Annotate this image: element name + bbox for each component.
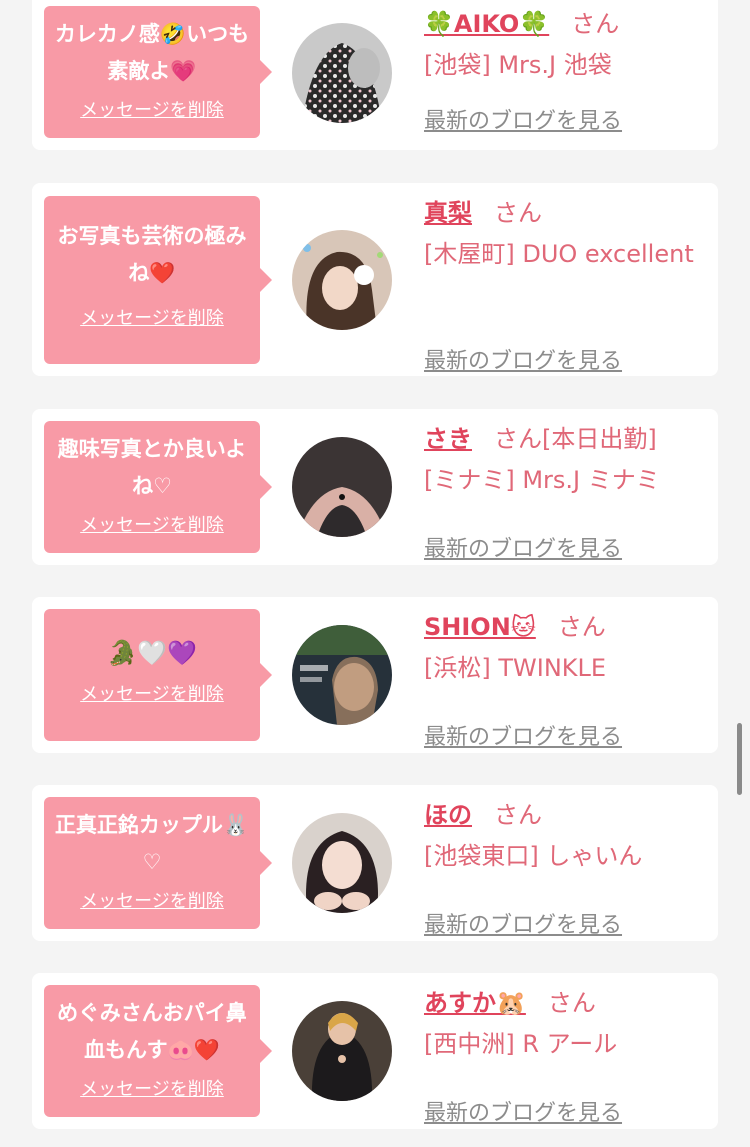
honorific: さん <box>547 989 596 1017</box>
message-text: カレカノ感🤣いつも素敵よ💗 <box>54 22 250 83</box>
scrollbar[interactable] <box>737 723 742 795</box>
honorific: さん <box>494 801 542 829</box>
name-line: あすか🐹 さん <box>424 985 714 1021</box>
message-bubble: 🐊🤍💜 メッセージを削除 <box>44 609 272 741</box>
name-line: 🍀AIKO🍀 さん <box>424 6 714 42</box>
profile-info: SHION🐱 さん [浜松] TWINKLE 最新のブログを見る <box>424 609 714 750</box>
avatar[interactable] <box>292 23 392 123</box>
delete-message-link[interactable]: メッセージを削除 <box>80 96 224 122</box>
delete-message-link[interactable]: メッセージを削除 <box>80 1075 224 1101</box>
delete-message-link[interactable]: メッセージを削除 <box>80 887 224 913</box>
profile-name-link[interactable]: ほの <box>424 801 472 829</box>
message-bubble: お写真も芸術の極みね❤️ メッセージを削除 <box>44 196 272 364</box>
message-card: カレカノ感🤣いつも素敵よ💗 メッセージを削除 🍀AIKO🍀 さん [池袋] Mr… <box>32 0 718 150</box>
name-line: さき さん[本日出勤] <box>424 421 714 457</box>
honorific: さん <box>494 425 542 453</box>
message-bubble: 正真正銘カップル🐰♡ メッセージを削除 <box>44 797 272 929</box>
message-bubble: カレカノ感🤣いつも素敵よ💗 メッセージを削除 <box>44 6 272 138</box>
message-text: めぐみさんおパイ鼻血もんす🐽❤️ <box>57 1001 247 1062</box>
profile-name-link[interactable]: さき <box>424 425 472 453</box>
avatar[interactable] <box>292 437 392 537</box>
honorific: さん <box>494 199 542 227</box>
avatar[interactable] <box>292 625 392 725</box>
message-text: 趣味写真とか良いよね♡ <box>57 437 247 498</box>
shop-name: [池袋] Mrs.J 池袋 <box>424 51 612 79</box>
honorific: さん <box>571 10 620 38</box>
message-card: 🐊🤍💜 メッセージを削除 SHION🐱 さん [浜松] TWINKLE 最新のブロ… <box>32 597 718 753</box>
profile-info: さき さん[本日出勤] [ミナミ] Mrs.J ミナミ 最新のブログを見る <box>424 421 714 562</box>
name-line: SHION🐱 さん <box>424 609 714 645</box>
avatar[interactable] <box>292 1001 392 1101</box>
status-text: [本日出勤] <box>542 425 657 453</box>
message-card: 正真正銘カップル🐰♡ メッセージを削除 ほの さん [池袋東口] しゃいん 最新の… <box>32 785 718 941</box>
latest-blog-link[interactable]: 最新のブログを見る <box>424 907 622 939</box>
profile-name-link[interactable]: あすか🐹 <box>424 989 526 1017</box>
message-text: 正真正銘カップル🐰♡ <box>54 813 250 874</box>
message-text: お写真も芸術の極みね❤️ <box>57 224 247 285</box>
message-card: めぐみさんおパイ鼻血もんす🐽❤️ メッセージを削除 あすか🐹 さん [西中洲] R… <box>32 973 718 1129</box>
shop-name: [西中洲] R アール <box>424 1030 618 1058</box>
message-bubble: 趣味写真とか良いよね♡ メッセージを削除 <box>44 421 272 553</box>
latest-blog-link[interactable]: 最新のブログを見る <box>424 343 622 375</box>
latest-blog-link[interactable]: 最新のブログを見る <box>424 103 622 135</box>
avatar[interactable] <box>292 813 392 913</box>
profile-info: 🍀AIKO🍀 さん [池袋] Mrs.J 池袋 最新のブログを見る <box>424 6 714 134</box>
profile-info: あすか🐹 さん [西中洲] R アール 最新のブログを見る <box>424 985 714 1126</box>
name-line: ほの さん <box>424 797 714 833</box>
honorific: さん <box>557 613 606 641</box>
message-bubble: めぐみさんおパイ鼻血もんす🐽❤️ メッセージを削除 <box>44 985 272 1117</box>
profile-info: ほの さん [池袋東口] しゃいん 最新のブログを見る <box>424 797 714 938</box>
delete-message-link[interactable]: メッセージを削除 <box>80 680 224 706</box>
message-card: お写真も芸術の極みね❤️ メッセージを削除 真梨 さん [木屋町] DUO exc… <box>32 183 718 376</box>
shop-name: [ミナミ] Mrs.J ミナミ <box>424 466 660 494</box>
shop-name: [池袋東口] しゃいん <box>424 842 643 870</box>
delete-message-link[interactable]: メッセージを削除 <box>80 304 224 330</box>
message-text: 🐊🤍💜 <box>107 639 197 667</box>
profile-name-link[interactable]: SHION🐱 <box>424 613 536 641</box>
latest-blog-link[interactable]: 最新のブログを見る <box>424 719 622 751</box>
shop-name: [浜松] TWINKLE <box>424 654 607 682</box>
profile-name-link[interactable]: 🍀AIKO🍀 <box>424 10 549 38</box>
profile-info: 真梨 さん [木屋町] DUO excellent 最新のブログを見る <box>424 195 714 374</box>
profile-name-link[interactable]: 真梨 <box>424 199 472 227</box>
latest-blog-link[interactable]: 最新のブログを見る <box>424 1095 622 1127</box>
name-line: 真梨 さん <box>424 195 714 231</box>
avatar[interactable] <box>292 230 392 330</box>
latest-blog-link[interactable]: 最新のブログを見る <box>424 531 622 563</box>
delete-message-link[interactable]: メッセージを削除 <box>80 511 224 537</box>
message-card: 趣味写真とか良いよね♡ メッセージを削除 さき さん[本日出勤] [ミナミ] Mr… <box>32 409 718 565</box>
shop-name: [木屋町] DUO excellent <box>424 240 694 268</box>
